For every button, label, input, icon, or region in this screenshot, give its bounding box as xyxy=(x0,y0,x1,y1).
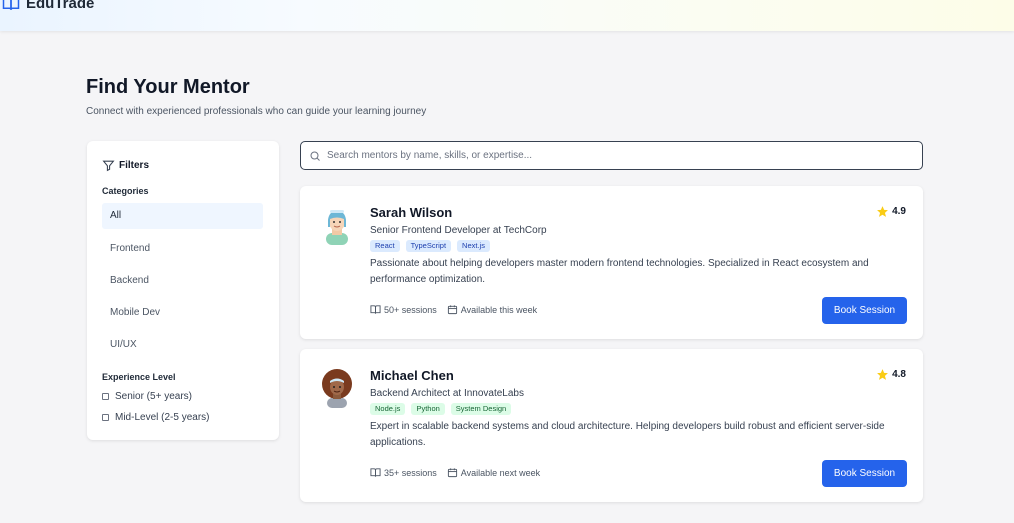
category-backend[interactable]: Backend xyxy=(102,268,263,294)
categories-label: Categories xyxy=(102,186,149,196)
skill-tag: Node.js xyxy=(370,403,406,415)
mentor-avatar xyxy=(326,210,348,245)
mentor-description: Expert in scalable backend systems and c… xyxy=(370,421,885,448)
mentor-role: Backend Architect at InnovateLabs xyxy=(370,388,524,399)
search-bar[interactable] xyxy=(300,141,923,170)
mentor-rating: 4.8 xyxy=(876,368,906,381)
experience-senior-option[interactable]: Senior (5+ years) xyxy=(102,391,192,402)
star-icon xyxy=(877,369,889,380)
sessions-count: 50+ sessions xyxy=(370,304,437,315)
category-frontend[interactable]: Frontend xyxy=(102,236,263,262)
search-input[interactable] xyxy=(327,150,917,161)
mentor-description: Passionate about helping developers mast… xyxy=(370,258,869,285)
rating-value: 4.8 xyxy=(892,369,906,380)
skill-tag: System Design xyxy=(450,403,512,415)
brand-name: EduTrade xyxy=(26,0,95,12)
filters-title: Filters xyxy=(119,160,150,171)
filter-icon xyxy=(102,160,115,172)
filters-panel: Filters Categories All Frontend Backend … xyxy=(87,141,279,440)
page-title: Find Your Mentor xyxy=(86,76,250,98)
sessions-text: 50+ sessions xyxy=(384,304,437,315)
mentor-role: Senior Frontend Developer at TechCorp xyxy=(370,225,547,236)
sessions-count: 35+ sessions xyxy=(370,467,437,478)
filters-header: Filters xyxy=(102,159,149,172)
skill-tags: React TypeScript Next.js xyxy=(370,240,490,252)
mentor-name[interactable]: Sarah Wilson xyxy=(370,205,452,220)
skill-tag: Next.js xyxy=(457,240,490,252)
open-book-icon xyxy=(370,305,381,314)
skill-tag: Python xyxy=(411,403,445,415)
availability-text: Available this week xyxy=(460,304,538,315)
senior-checkbox[interactable] xyxy=(102,393,109,400)
page-subtitle: Connect with experienced professionals w… xyxy=(86,106,427,117)
mentor-meta: 50+ sessions Available this week xyxy=(370,304,537,315)
mentor-rating: 4.9 xyxy=(876,205,906,218)
experience-level-label: Experience Level xyxy=(102,372,176,382)
calendar-icon xyxy=(447,305,457,315)
category-mobile-dev[interactable]: Mobile Dev xyxy=(102,300,263,326)
mid-level-checkbox[interactable] xyxy=(102,414,109,421)
book-session-button[interactable]: Book Session xyxy=(822,460,907,487)
skill-tag: React xyxy=(370,240,400,252)
top-nav-bar: EduTrade xyxy=(0,0,1014,31)
availability: Available this week xyxy=(447,304,537,315)
book-icon xyxy=(2,0,20,10)
calendar-icon xyxy=(447,468,457,478)
senior-label: Senior (5+ years) xyxy=(115,391,192,402)
book-session-button[interactable]: Book Session xyxy=(822,297,907,324)
availability: Available next week xyxy=(447,467,540,478)
mid-level-label: Mid-Level (2-5 years) xyxy=(115,412,210,423)
skill-tag: TypeScript xyxy=(405,240,452,252)
star-icon xyxy=(877,206,889,217)
experience-mid-level-option[interactable]: Mid-Level (2-5 years) xyxy=(102,412,209,423)
brand-logo[interactable]: EduTrade xyxy=(2,0,94,12)
sessions-text: 35+ sessions xyxy=(384,467,437,478)
search-icon xyxy=(310,151,320,161)
availability-text: Available next week xyxy=(460,467,541,478)
mentor-meta: 35+ sessions Available next week xyxy=(370,467,540,478)
skill-tags: Node.js Python System Design xyxy=(370,403,512,415)
mentor-avatar xyxy=(322,369,352,408)
mentor-card: Sarah Wilson Senior Frontend Developer a… xyxy=(300,186,923,339)
rating-value: 4.9 xyxy=(892,206,906,217)
open-book-icon xyxy=(370,468,381,477)
mentor-card: Michael Chen Backend Architect at Innova… xyxy=(300,349,923,502)
category-ui-ux[interactable]: UI/UX xyxy=(102,332,263,358)
mentor-name[interactable]: Michael Chen xyxy=(370,368,454,383)
category-all[interactable]: All xyxy=(102,203,263,229)
